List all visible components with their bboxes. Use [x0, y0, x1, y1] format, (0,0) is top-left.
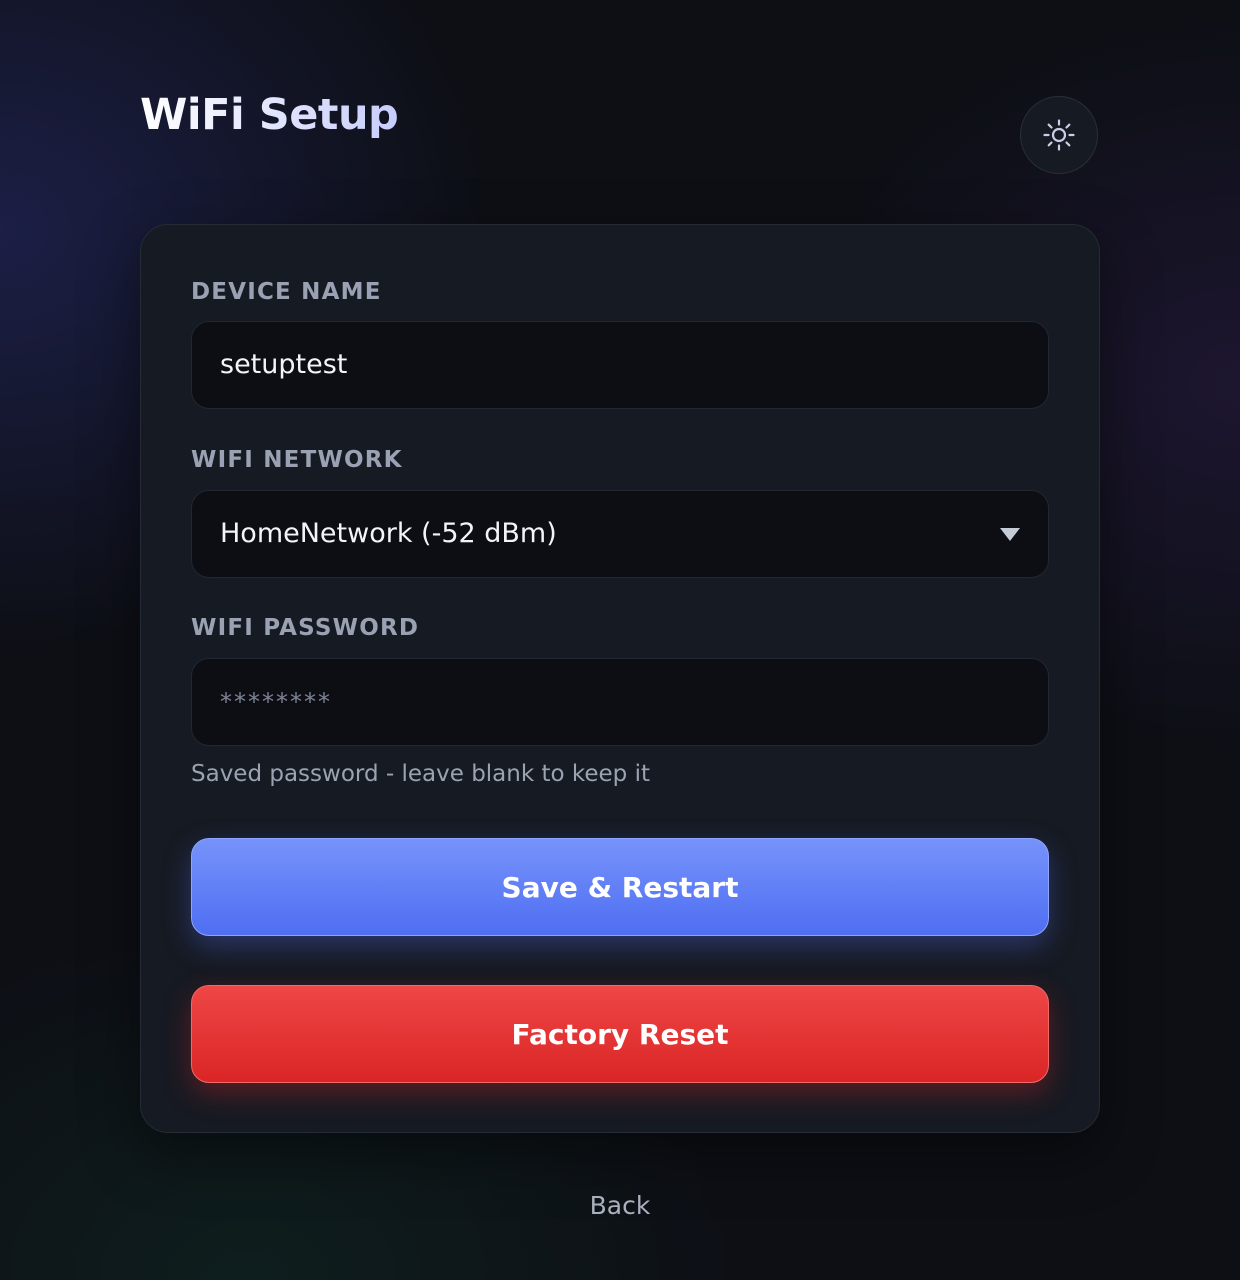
sun-icon — [1042, 118, 1076, 152]
wifi-network-label: WIFI NETWORK — [191, 447, 403, 473]
back-link[interactable]: Back — [0, 1190, 1240, 1222]
save-restart-button[interactable]: Save & Restart — [191, 838, 1049, 936]
wifi-password-label: WIFI PASSWORD — [191, 615, 420, 641]
device-name-label: DEVICE NAME — [191, 279, 382, 305]
page-title: WiFi Setup — [140, 90, 399, 140]
device-name-value: setuptest — [220, 349, 348, 380]
device-name-input[interactable]: setuptest — [191, 321, 1049, 409]
factory-reset-button[interactable]: Factory Reset — [191, 985, 1049, 1083]
theme-toggle-button[interactable] — [1020, 96, 1098, 174]
wifi-network-selected: HomeNetwork (-52 dBm) — [220, 518, 557, 549]
wifi-password-input[interactable]: ******** — [191, 658, 1049, 746]
wifi-network-select[interactable]: HomeNetwork (-52 dBm) — [191, 490, 1049, 578]
chevron-down-icon — [1000, 528, 1020, 541]
setup-form-card: DEVICE NAME setuptest WIFI NETWORK HomeN… — [140, 224, 1100, 1133]
password-hint: Saved password - leave blank to keep it — [191, 761, 651, 787]
wifi-password-placeholder: ******** — [220, 688, 332, 716]
